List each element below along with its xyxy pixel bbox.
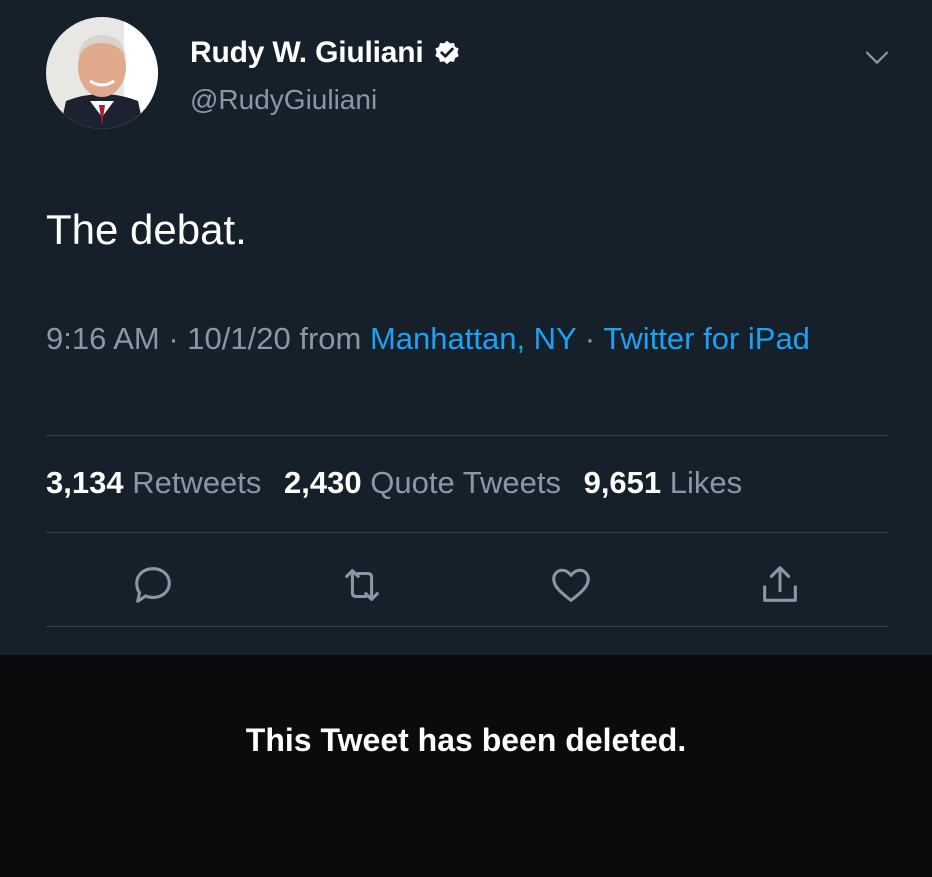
share-icon[interactable] [757,562,803,608]
divider [46,532,888,533]
quote-tweets-stat[interactable]: 2,430 Quote Tweets [284,465,561,500]
quote-tweets-count: 2,430 [284,465,362,500]
retweets-count: 3,134 [46,465,124,500]
like-icon[interactable] [548,562,594,608]
reply-icon[interactable] [130,562,176,608]
deleted-notice: This Tweet has been deleted. [245,722,687,758]
tweet-card: Rudy W. Giuliani @RudyGiuliani The debat… [0,0,932,655]
quote-tweets-label: Quote Tweets [361,465,561,500]
tweet-stats: 3,134 Retweets 2,430 Quote Tweets 9,651 … [46,465,756,501]
author-name[interactable]: Rudy W. Giuliani [190,36,424,70]
likes-count: 9,651 [583,465,662,500]
tweet-text: The debat. [46,206,247,253]
location-link[interactable]: Manhattan, NY [370,321,576,356]
divider [46,626,888,627]
likes-stat[interactable]: 9,651 Likes [584,465,743,500]
avatar[interactable] [46,17,158,129]
meta-separator: · [576,321,604,356]
author-handle[interactable]: @RudyGiuliani [190,84,377,116]
tweet-metadata: 9:16 AM · 10/1/20 from Manhattan, NY · T… [46,316,886,362]
tweet-timestamp[interactable]: 9:16 AM · 10/1/20 from [46,321,370,356]
chevron-down-icon[interactable] [860,40,894,74]
retweets-stat[interactable]: 3,134 Retweets [46,465,261,500]
divider [46,435,888,436]
verified-badge-icon [435,40,460,65]
retweet-icon[interactable] [339,562,385,608]
retweets-label: Retweets [123,465,262,500]
likes-label: Likes [661,465,743,500]
deleted-notice-panel [0,655,932,877]
source-link[interactable]: Twitter for iPad [603,321,810,356]
